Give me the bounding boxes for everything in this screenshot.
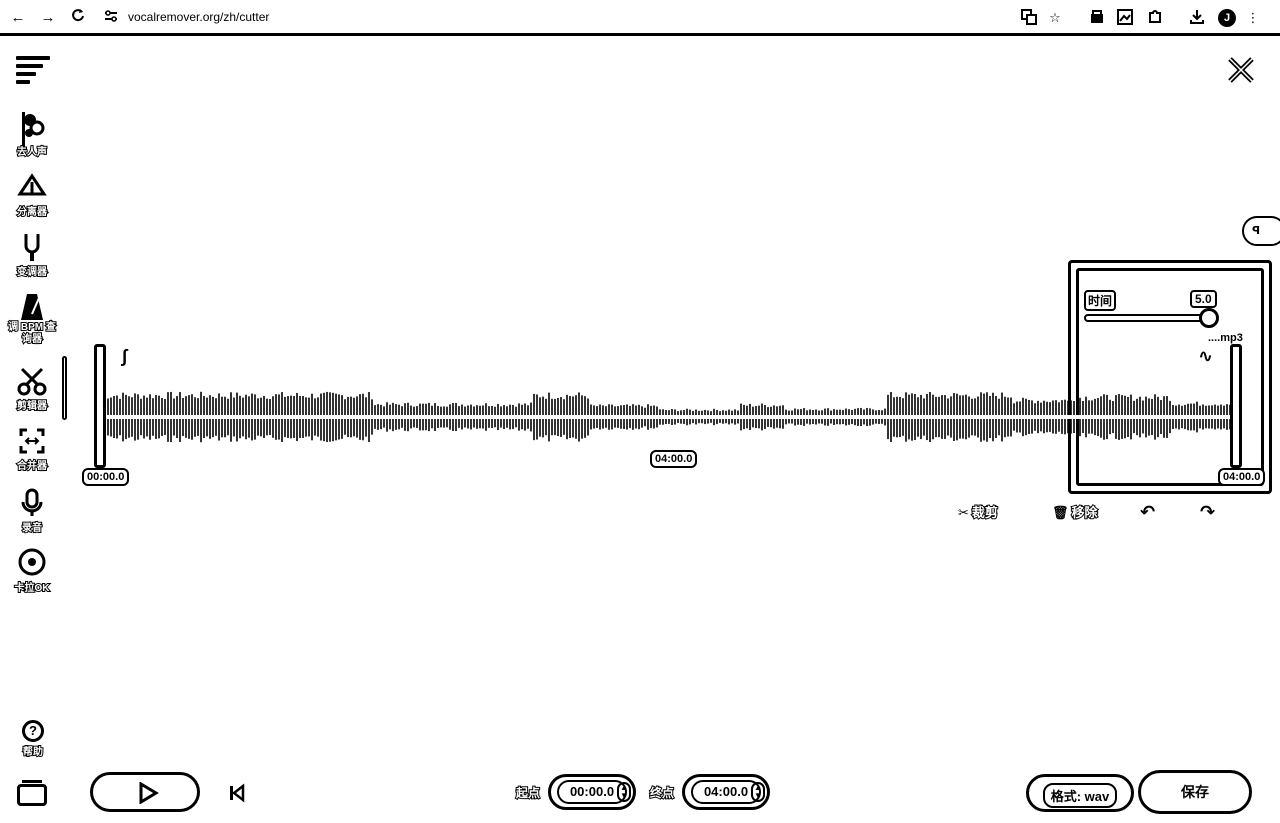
help-button[interactable]: ? 帮助 [18,720,48,760]
end-time-label: 04:00.0 [1218,468,1266,486]
extensions-puzzle-icon[interactable] [1146,9,1164,27]
start-time-stepper[interactable]: ▲ ▼ [617,782,631,802]
extension-store-icon[interactable] [1088,9,1106,27]
download-icon[interactable] [1188,9,1206,27]
reload-icon[interactable] [68,8,88,28]
window-icon[interactable] [17,780,47,806]
merge-icon [19,428,45,454]
play-icon [139,782,159,804]
sidebar-item-label: 录音 [21,522,43,535]
fade-in-icon[interactable]: ∫ [122,346,127,367]
speed-value: 5.0 [1190,290,1217,308]
audio-waveform[interactable] [100,372,1240,462]
address-bar[interactable]: vocalremover.org/zh/cutter [128,10,269,24]
start-time-field[interactable]: 00:00.0 ▲ ▼ [548,774,636,810]
start-time-label: 00:00.0 [82,468,130,486]
trim-start-handle[interactable]: ⋮ [94,344,110,468]
sidebar-item-label: 分离器 [16,206,48,219]
sidebar-item-joiner[interactable]: 合并器 [4,426,60,474]
sidebar-item-label: 剪辑器 [16,400,48,413]
sidebar-item-splitter[interactable]: 分离器 [4,172,60,220]
question-icon: ? [22,720,44,742]
sidebar-item-karaoke[interactable]: 卡拉OK [4,548,60,596]
sidebar-item-bpm-finder[interactable]: 调 BPM 查询器 [4,292,60,347]
skip-to-start-icon[interactable] [227,783,247,803]
edge-feedback-tab[interactable]: ꟼ [1242,216,1280,246]
forward-icon[interactable]: → [38,8,58,28]
browser-toolbar: ← → vocalremover.org/zh/cutter ☆ J ⋮ [0,0,1280,36]
remove-button[interactable]: 🗑 移除 [1052,502,1099,521]
sidebar-item-label: 合并器 [16,460,48,473]
speed-slider[interactable] [1084,314,1214,322]
file-name-label: ....mp3 [1208,332,1243,344]
microphone-remove-icon [24,114,45,137]
site-settings-icon[interactable] [104,10,118,24]
trash-icon: 🗑 [1052,505,1069,520]
browser-menu-icon[interactable]: ⋮ [1244,9,1262,27]
playhead-time-label: 04:00.0 [650,450,698,468]
sidebar-item-label: 去人声 [16,146,48,159]
image-extension-icon[interactable] [1116,9,1134,27]
sidebar-item-cutter[interactable]: 剪辑器 [4,366,60,414]
redo-icon[interactable]: ↷ [1200,502,1215,523]
trim-end-handle[interactable]: ⋮ [1230,344,1246,468]
help-label: 帮助 [22,746,44,759]
metronome-icon [21,294,43,320]
translate-icon[interactable] [1020,9,1038,27]
mic-icon [21,488,43,516]
fade-out-icon[interactable]: ∿ [1198,346,1213,367]
start-field-label: 起点 [515,785,541,801]
sidebar-item-vocal-remover[interactable]: 去人声 [4,112,60,160]
back-icon[interactable]: ← [8,8,28,28]
end-time-field[interactable]: 04:00.0 ▲ ▼ [682,774,770,810]
format-selector[interactable]: 格式: wav [1026,774,1134,812]
bookmark-star-icon[interactable]: ☆ [1046,9,1064,27]
end-time-stepper[interactable]: ▲ ▼ [751,782,765,802]
speed-label: 时间 [1084,290,1117,311]
speed-slider-knob[interactable] [1199,308,1219,328]
sidebar-item-pitch-changer[interactable]: 变调器 [4,232,60,280]
sidebar-item-label: 调 BPM 查询器 [7,321,57,346]
tuning-fork-icon [24,234,40,261]
profile-avatar[interactable]: J [1218,9,1236,27]
sidebar-item-label: 卡拉OK [14,582,51,595]
scissors-icon: ✂ [958,505,969,520]
format-label: 格式: wav [1042,783,1118,808]
save-button[interactable]: 保存 [1138,770,1252,814]
close-icon[interactable] [1226,55,1256,85]
hamburger-menu-icon[interactable] [16,56,50,84]
disc-icon [18,548,46,576]
sidebar-item-label: 变调器 [16,266,48,279]
splitter-icon [17,173,47,196]
play-button[interactable] [90,772,200,812]
end-field-label: 终点 [649,785,675,801]
scissors-icon [17,367,47,396]
sidebar-item-recorder[interactable]: 录音 [4,488,60,536]
active-item-marker [62,356,67,420]
cut-button[interactable]: ✂ 裁剪 [958,502,999,521]
undo-icon[interactable]: ↶ [1140,502,1155,523]
